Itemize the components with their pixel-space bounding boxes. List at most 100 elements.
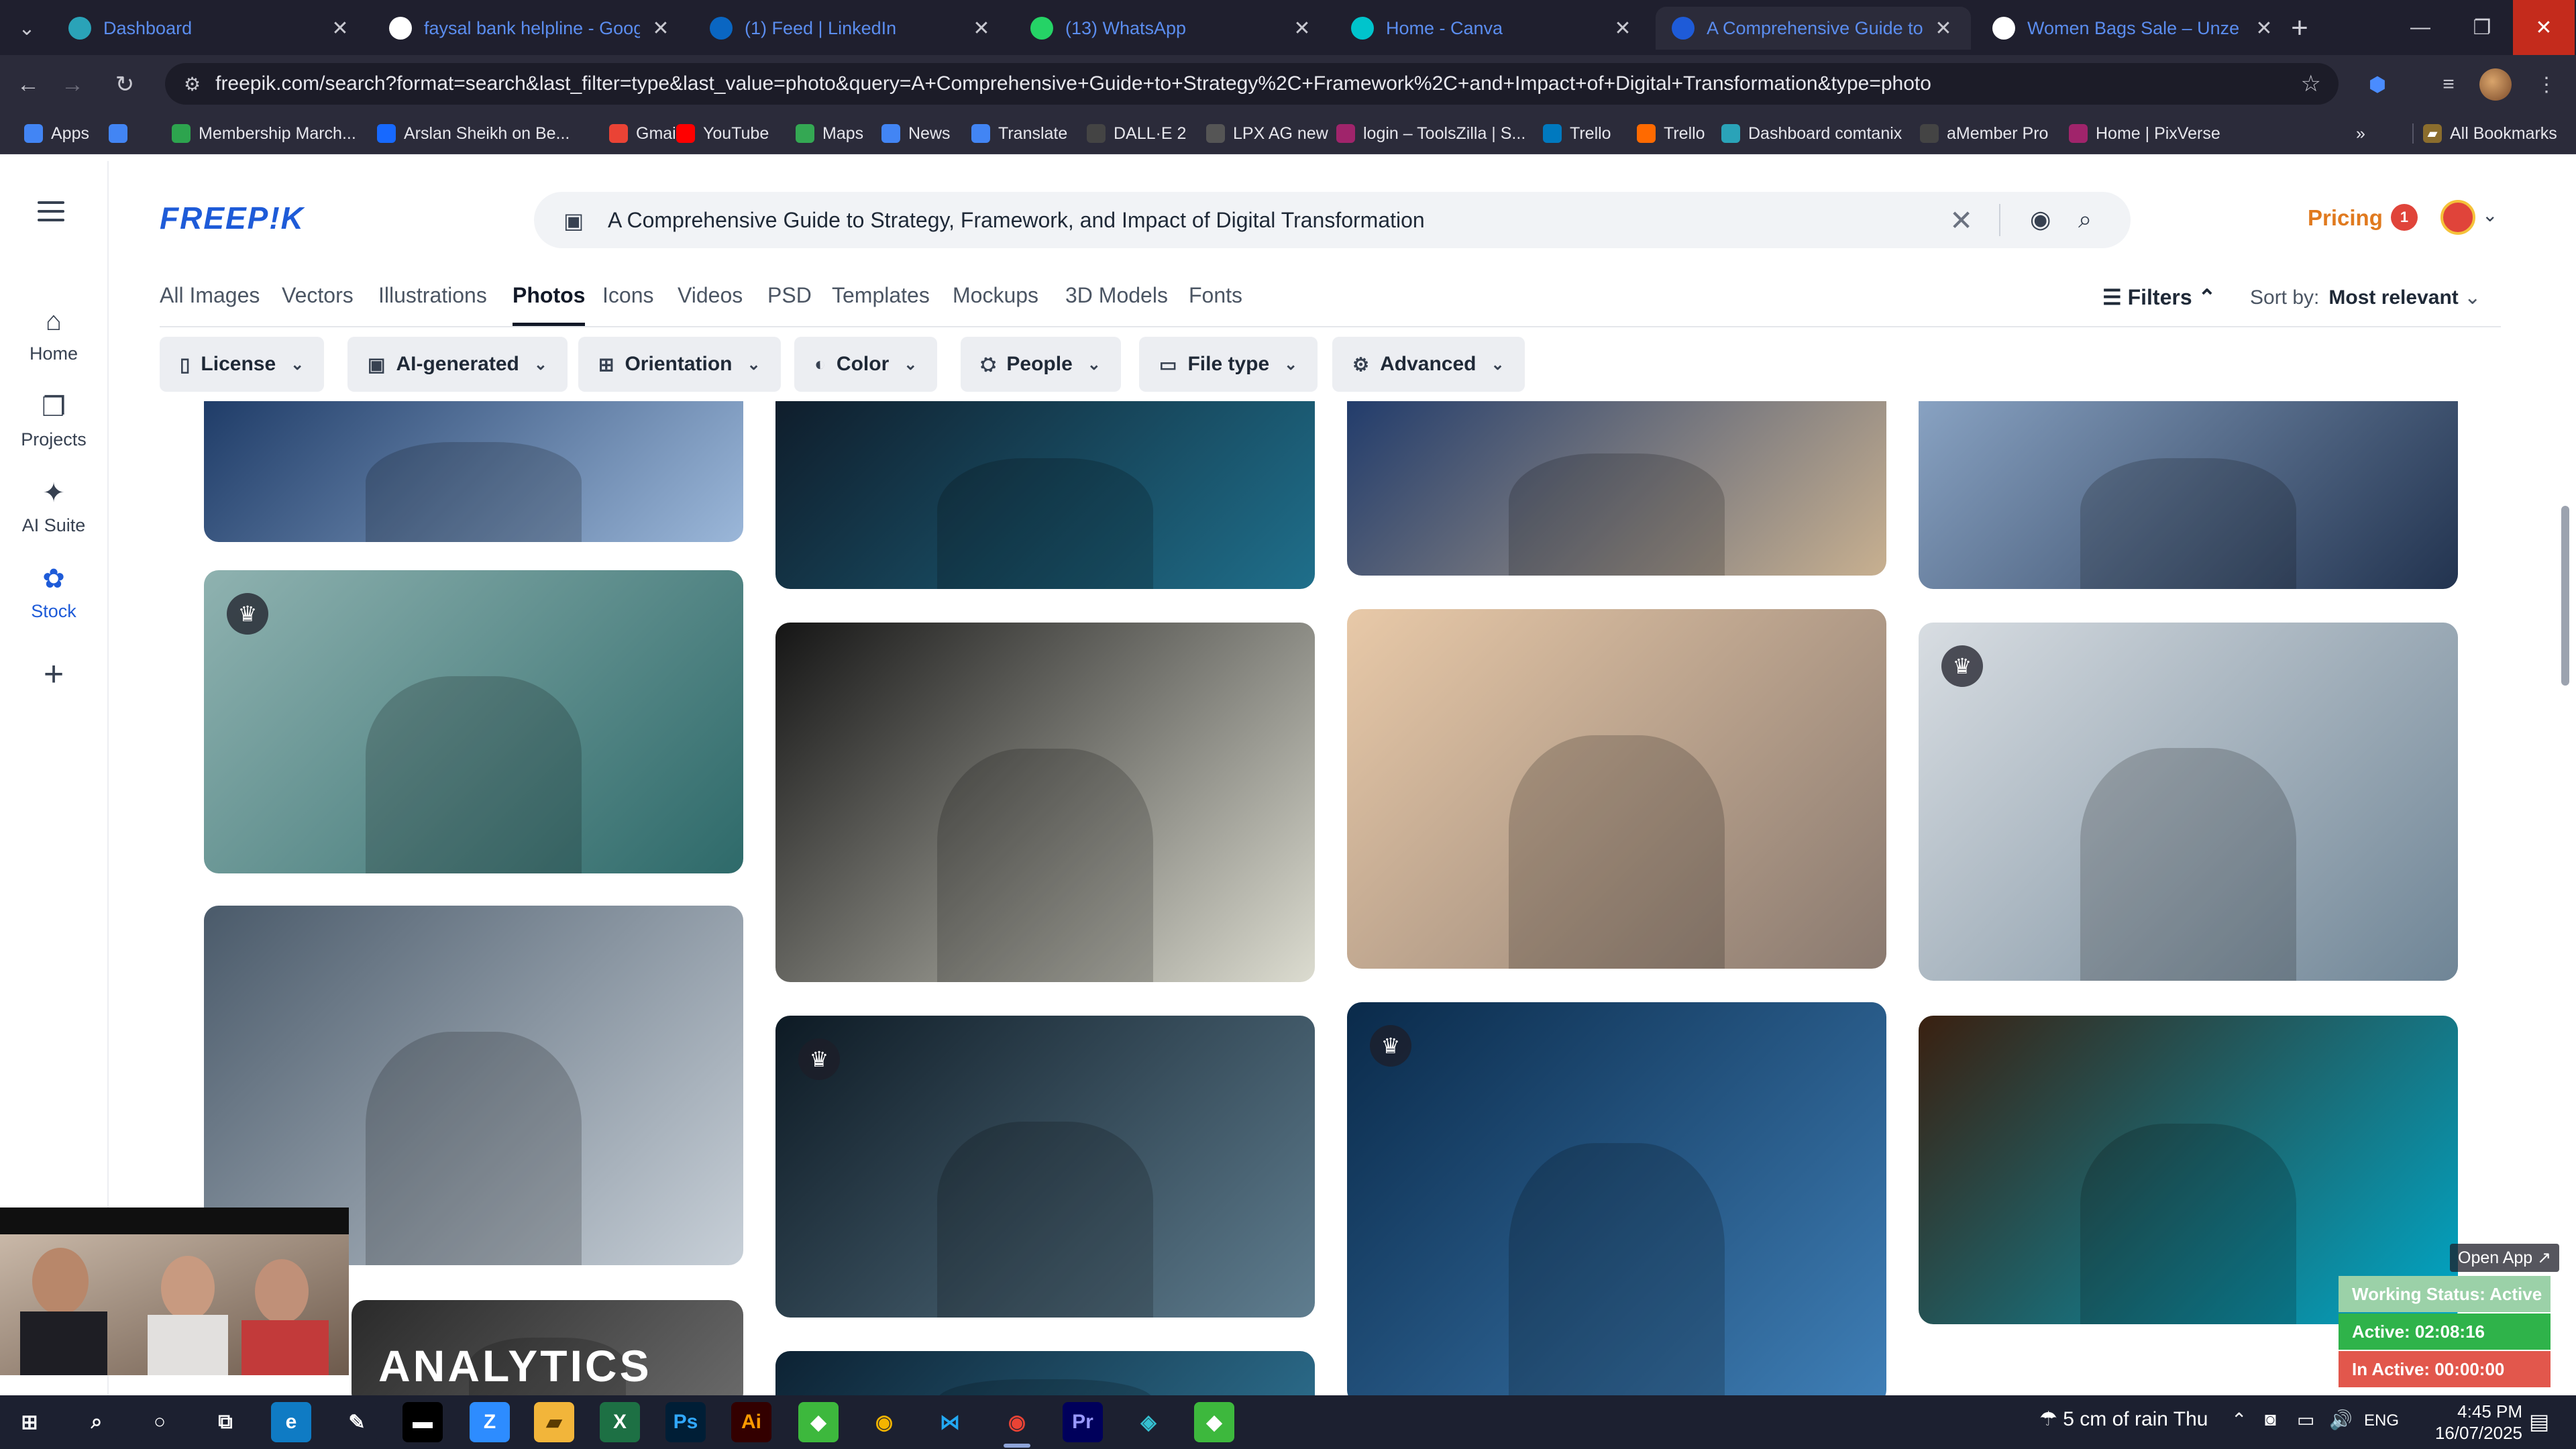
notification-center-icon[interactable]: ▤ bbox=[2529, 1409, 2549, 1434]
filter-license[interactable]: ▯ License ⌄ bbox=[160, 337, 325, 392]
vscode-icon[interactable]: ⋈ bbox=[930, 1402, 970, 1442]
pen-icon[interactable]: ✎ bbox=[337, 1402, 377, 1442]
file-explorer-icon[interactable]: ▰ bbox=[534, 1402, 574, 1442]
close-tab-icon[interactable]: ✕ bbox=[649, 17, 672, 40]
photo-card[interactable] bbox=[775, 401, 1315, 589]
photo-card[interactable] bbox=[775, 1351, 1315, 1395]
browser-profile-avatar[interactable] bbox=[2479, 68, 2512, 101]
excel-icon[interactable]: X bbox=[600, 1402, 640, 1442]
camera-search-icon[interactable]: ◉ bbox=[2030, 205, 2051, 233]
back-arrow-icon[interactable]: ← bbox=[11, 67, 46, 102]
bookmark-item[interactable]: login – ToolsZilla | S... bbox=[1336, 119, 1525, 148]
photoshop-icon[interactable]: Ps bbox=[665, 1402, 706, 1442]
tab-photos[interactable]: Photos bbox=[513, 283, 586, 326]
address-bar[interactable]: ⚙ freepik.com/search?format=search&last_… bbox=[165, 63, 2339, 105]
minimize-window-icon[interactable]: — bbox=[2390, 0, 2451, 55]
bookmark-item[interactable]: Trello bbox=[1637, 119, 1705, 148]
photo-card[interactable] bbox=[204, 401, 743, 542]
forward-arrow-icon[interactable]: → bbox=[55, 67, 90, 102]
clear-search-icon[interactable]: ✕ bbox=[1949, 204, 1973, 237]
bookmark-item[interactable]: Translate bbox=[971, 119, 1067, 148]
search-input[interactable]: A Comprehensive Guide to Strategy, Frame… bbox=[608, 208, 1425, 233]
tab-fonts[interactable]: Fonts bbox=[1189, 283, 1242, 326]
tab-vectors[interactable]: Vectors bbox=[282, 283, 354, 326]
bookmark-item[interactable]: Home | PixVerse bbox=[2069, 119, 2220, 148]
close-tab-icon[interactable]: ✕ bbox=[329, 17, 352, 40]
zoom-icon[interactable]: Z bbox=[470, 1402, 510, 1442]
bookmark-item[interactable]: aMember Pro bbox=[1920, 119, 2048, 148]
restore-window-icon[interactable]: ❐ bbox=[2451, 0, 2513, 55]
tab-icons[interactable]: Icons bbox=[602, 283, 653, 326]
browser-tab[interactable]: (13) WhatsApp ✕ bbox=[1014, 7, 1330, 50]
browser-tab[interactable]: faysal bank helpline - Google S ✕ bbox=[373, 7, 688, 50]
sidenav-item-projects[interactable]: ❐ Projects bbox=[0, 390, 107, 450]
notification-badge[interactable]: 1 bbox=[2391, 204, 2418, 231]
reload-icon[interactable]: ↻ bbox=[107, 67, 142, 102]
photo-card[interactable] bbox=[1347, 401, 1886, 576]
browser-tab[interactable]: Home - Canva ✕ bbox=[1335, 7, 1650, 50]
filter-file-type[interactable]: ▭ File type ⌄ bbox=[1139, 337, 1318, 392]
image-search-type-icon[interactable]: ▣ bbox=[564, 208, 584, 233]
extension-icon[interactable]: ⬢ bbox=[2360, 67, 2395, 102]
filter-ai-generated[interactable]: ▣ AI-generated ⌄ bbox=[347, 337, 568, 392]
bookmark-item[interactable]: DALL·E 2 bbox=[1087, 119, 1186, 148]
page-scrollbar[interactable] bbox=[2561, 506, 2569, 686]
filters-toggle-button[interactable]: ☰ Filters ⌃ bbox=[2102, 284, 2216, 310]
pricing-link[interactable]: Pricing bbox=[2308, 205, 2383, 231]
language-indicator[interactable]: ENG bbox=[2364, 1411, 2399, 1430]
tab-mockups[interactable]: Mockups bbox=[953, 283, 1038, 326]
close-tab-icon[interactable]: ✕ bbox=[1932, 17, 1955, 40]
bookmark-item[interactable]: Trello bbox=[1543, 119, 1611, 148]
tab-psd[interactable]: PSD bbox=[767, 283, 812, 326]
bookmark-item[interactable]: Gmail bbox=[609, 119, 680, 148]
green-app-icon[interactable]: ◆ bbox=[798, 1402, 839, 1442]
bookmark-item[interactable]: Arslan Sheikh on Be... bbox=[377, 119, 570, 148]
tab-templates[interactable]: Templates bbox=[832, 283, 930, 326]
photo-card[interactable]: ♛ bbox=[1919, 623, 2458, 981]
filter-advanced[interactable]: ⚙ Advanced ⌄ bbox=[1332, 337, 1525, 392]
filter-people[interactable]: ⛭ People ⌄ bbox=[961, 337, 1121, 392]
terminal-icon[interactable]: ▬ bbox=[402, 1402, 443, 1442]
media-controls-icon[interactable]: ≡ bbox=[2431, 67, 2466, 102]
teal-app-icon[interactable]: ◈ bbox=[1128, 1402, 1169, 1442]
photo-card[interactable] bbox=[775, 623, 1315, 982]
tab-3d-models[interactable]: 3D Models bbox=[1065, 283, 1168, 326]
sidenav-item-ai-suite[interactable]: ✦ AI Suite bbox=[0, 476, 107, 536]
bookmark-item[interactable]: Dashboard comtanix bbox=[1721, 119, 1902, 148]
all-bookmarks-button[interactable]: ▰ All Bookmarks bbox=[2423, 119, 2557, 148]
bookmark-item[interactable]: News bbox=[881, 119, 951, 148]
photo-card[interactable]: ♛ bbox=[204, 570, 743, 873]
freepik-logo[interactable]: FREEP!K bbox=[160, 200, 305, 236]
clock[interactable]: 4:45 PM 16/07/2025 bbox=[2422, 1401, 2522, 1444]
sidenav-item-home[interactable]: ⌂ Home bbox=[0, 305, 107, 364]
close-window-icon[interactable]: ✕ bbox=[2513, 0, 2575, 55]
bookmark-item[interactable]: LPX AG new bbox=[1206, 119, 1328, 148]
new-tab-button[interactable]: + bbox=[2281, 11, 2318, 46]
user-avatar[interactable] bbox=[2440, 200, 2475, 235]
sidenav-add-button[interactable]: + bbox=[0, 657, 107, 692]
bookmark-star-icon[interactable]: ☆ bbox=[2301, 70, 2321, 97]
premiere-icon[interactable]: Pr bbox=[1063, 1402, 1103, 1442]
photo-card[interactable] bbox=[1347, 609, 1886, 969]
weather-widget[interactable]: ☂ 5 cm of rain Thu bbox=[2039, 1407, 2208, 1431]
chevron-down-icon[interactable]: ⌄ bbox=[2482, 204, 2498, 226]
sidenav-item-stock[interactable]: ✿ Stock bbox=[0, 562, 107, 622]
filter-color[interactable]: ◐ Color ⌄ bbox=[794, 337, 938, 392]
webcam-icon[interactable]: ◙ bbox=[2265, 1409, 2276, 1430]
close-tab-icon[interactable]: ✕ bbox=[2253, 17, 2275, 40]
illustrator-icon[interactable]: Ai bbox=[731, 1402, 771, 1442]
search-icon[interactable]: ⌕ bbox=[2078, 205, 2092, 234]
tab-search-menu-icon[interactable]: ⌄ bbox=[9, 11, 44, 46]
task-view-icon[interactable]: ⧉ bbox=[205, 1402, 246, 1442]
search-bar[interactable]: ▣ A Comprehensive Guide to Strategy, Fra… bbox=[534, 192, 2131, 248]
open-app-link[interactable]: Open App ↗ bbox=[2450, 1244, 2560, 1272]
photo-card[interactable]: ♛ bbox=[775, 1016, 1315, 1318]
browser-tab[interactable]: A Comprehensive Guide to Stra ✕ bbox=[1656, 7, 1971, 50]
picture-in-picture-video[interactable] bbox=[0, 1208, 349, 1375]
photo-card[interactable]: ♛ bbox=[1347, 1002, 1886, 1395]
network-icon[interactable]: ▭ bbox=[2297, 1409, 2314, 1431]
photo-card[interactable]: ANALYTICS bbox=[352, 1300, 743, 1395]
chrome-icon[interactable]: ◉ bbox=[864, 1402, 904, 1442]
browser-menu-icon[interactable]: ⋮ bbox=[2529, 67, 2564, 102]
bookmark-item[interactable]: Membership March... bbox=[172, 119, 356, 148]
